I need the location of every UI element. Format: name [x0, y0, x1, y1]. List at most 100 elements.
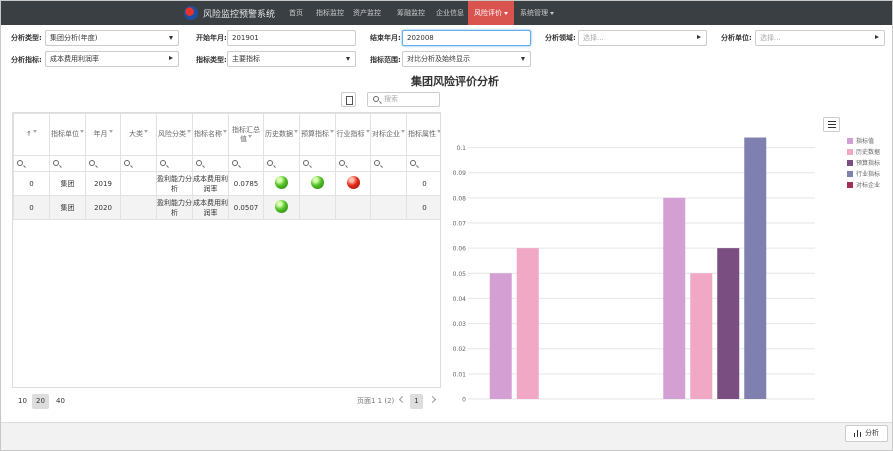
filter-icon[interactable] [223, 130, 227, 133]
analysis-indicator-select[interactable]: 成本费用利润率 [45, 51, 179, 67]
nav-item-indicator-monitor[interactable]: 指标监控 [312, 1, 348, 25]
brand[interactable]: 风险监控预警系统 [184, 5, 275, 21]
logo-icon [184, 6, 198, 20]
grid-search-input[interactable]: 搜索 [367, 92, 440, 107]
analysis-unit-select[interactable]: 选择... [755, 30, 885, 46]
analysis-indicator-label: 分析指标: [11, 56, 42, 64]
start-month-input[interactable]: 201901 [227, 30, 356, 46]
column-filter-input[interactable] [156, 155, 193, 172]
filter-icon[interactable] [144, 130, 148, 133]
cell-attribute: 0 [406, 171, 440, 196]
col-header-indicator-name[interactable]: 指标名称 [192, 113, 229, 156]
search-icon [373, 96, 379, 102]
page-info: 页面1 1 (2) [357, 397, 395, 405]
nav-item-home[interactable]: 首页 [285, 1, 307, 25]
hamburger-icon [828, 121, 836, 122]
footer-bar [1, 422, 892, 450]
indicator-scope-select[interactable]: 对比分析及始终显示 [402, 51, 531, 67]
cell-category [120, 171, 157, 196]
filter-icon[interactable] [437, 130, 440, 133]
col-header-unit[interactable]: 指标单位 [49, 113, 86, 156]
nav-item-financing-monitor[interactable]: 筹融监控 [393, 1, 429, 25]
nav-item-risk-evaluation[interactable]: 风险评价 [468, 1, 514, 25]
page-size-10[interactable]: 10 [14, 394, 31, 409]
prev-page-icon[interactable] [398, 395, 407, 404]
cell-risk-class: 盈利能力分析 [156, 171, 193, 196]
search-icon [267, 159, 273, 166]
filter-icon[interactable] [365, 130, 370, 133]
col-header-category[interactable]: 大类 [120, 113, 157, 156]
chevron-right-icon [875, 35, 879, 39]
cell-indicator-name: 成本费用利润率 [192, 195, 229, 220]
column-filter-input[interactable] [85, 155, 121, 172]
filter-icon[interactable] [80, 130, 84, 133]
filter-icon[interactable] [248, 134, 252, 138]
cell-unit: 集团 [49, 171, 86, 196]
page-size-40[interactable]: 40 [52, 394, 69, 409]
search-icon [196, 159, 202, 166]
cell-summary-value: 0.0785 [228, 171, 264, 196]
data-grid: ↑ 指标单位 年月 大类 风险分类 指标名称 指标汇总值 历史数据 预算指标 行… [12, 112, 441, 388]
col-header-budget[interactable]: 预算指标 [299, 113, 336, 156]
cell-sort: 0 [13, 171, 50, 196]
column-filter-input[interactable] [228, 155, 264, 172]
col-header-summary-value[interactable]: 指标汇总值 [228, 113, 264, 156]
filter-icon[interactable] [108, 130, 113, 133]
caret-down-icon [169, 36, 173, 40]
search-icon [124, 159, 130, 166]
cell-history [263, 171, 300, 196]
analysis-field-label: 分析领域: [545, 34, 576, 42]
search-icon [410, 159, 416, 166]
analysis-type-select[interactable]: 集团分析(年度) [45, 30, 179, 46]
col-header-risk-class[interactable]: 风险分类 [156, 113, 193, 156]
filter-icon[interactable] [330, 130, 334, 133]
current-page[interactable]: 1 [410, 394, 423, 409]
chart-menu-button[interactable] [823, 117, 840, 132]
export-button[interactable] [341, 92, 356, 107]
filter-icon[interactable] [401, 130, 405, 133]
cell-attribute: 0 [406, 195, 440, 220]
status-green-icon [275, 200, 288, 213]
status-green-icon [275, 176, 288, 189]
column-filter-input[interactable] [263, 155, 300, 172]
column-filter-input[interactable] [299, 155, 336, 172]
cell-benchmark [370, 195, 407, 220]
caret-down-icon [521, 57, 525, 61]
col-header-industry[interactable]: 行业指标 [335, 113, 371, 156]
start-month-label: 开始年月: [196, 34, 227, 42]
nav-item-enterprise-info[interactable]: 企业信息 [432, 1, 468, 25]
column-filter-input[interactable] [192, 155, 229, 172]
search-icon [17, 159, 23, 166]
column-filter-input[interactable] [370, 155, 407, 172]
chart-title: 集团风险评价分析 [411, 75, 499, 88]
table-row[interactable]: 0 集团 2020 盈利能力分析 成本费用利润率 0.0507 0 [13, 195, 440, 220]
col-header-month[interactable]: 年月 [85, 113, 121, 156]
indicator-type-select[interactable]: 主要指标 [227, 51, 356, 67]
nav-item-asset-monitor[interactable]: 资产监控 [349, 1, 385, 25]
status-red-icon [346, 176, 360, 189]
column-filter-input[interactable] [335, 155, 371, 172]
analyze-button[interactable]: 分析 [845, 425, 888, 442]
search-icon [339, 159, 345, 166]
column-filter-input[interactable] [406, 155, 440, 172]
filter-icon[interactable] [187, 130, 191, 133]
filter-icon[interactable] [32, 130, 37, 133]
table-row[interactable]: 0 集团 2019 盈利能力分析 成本费用利润率 0.0785 0 [13, 171, 440, 196]
end-month-input[interactable]: 202008 [402, 30, 531, 46]
col-header-attribute[interactable]: 指标属性 [406, 113, 440, 156]
page-size-20[interactable]: 20 [32, 394, 49, 409]
nav-item-system-admin[interactable]: 系统管理 [516, 1, 558, 25]
column-filter-input[interactable] [120, 155, 157, 172]
caret-down-icon [504, 11, 508, 15]
cell-budget [299, 171, 336, 196]
filter-icon[interactable] [294, 130, 298, 133]
next-page-icon[interactable] [428, 395, 437, 404]
col-header-sort[interactable]: ↑ [13, 113, 50, 156]
column-filter-input[interactable] [49, 155, 86, 172]
column-filter-input[interactable] [13, 155, 50, 172]
cell-industry [335, 195, 371, 220]
col-header-history[interactable]: 历史数据 [263, 113, 300, 156]
search-icon [232, 159, 238, 166]
analysis-field-select[interactable]: 选择... [578, 30, 707, 46]
col-header-benchmark[interactable]: 对标企业 [370, 113, 407, 156]
